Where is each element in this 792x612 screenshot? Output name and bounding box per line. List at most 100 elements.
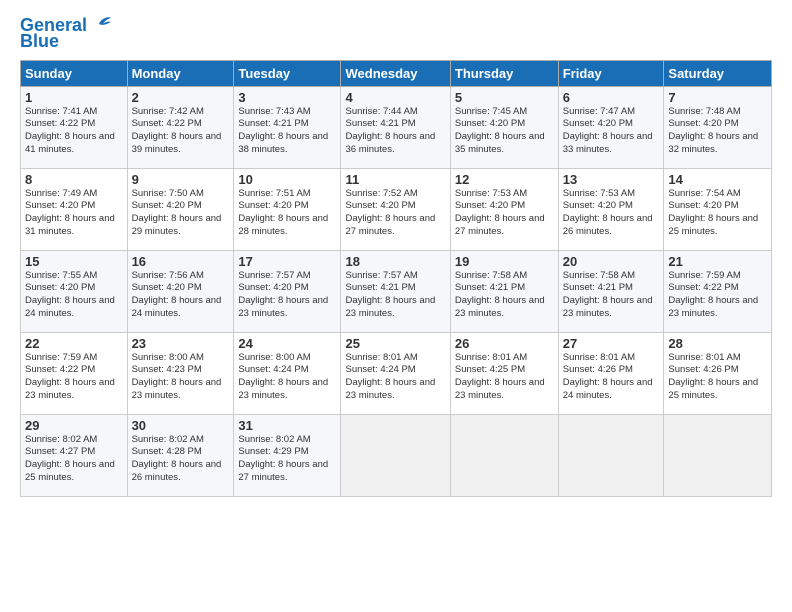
calendar-cell: 6 Sunrise: 7:47 AMSunset: 4:20 PMDayligh… (558, 86, 664, 168)
calendar-week-row: 1 Sunrise: 7:41 AMSunset: 4:22 PMDayligh… (21, 86, 772, 168)
calendar-cell: 24 Sunrise: 8:00 AMSunset: 4:24 PMDaylig… (234, 332, 341, 414)
calendar-cell: 9 Sunrise: 7:50 AMSunset: 4:20 PMDayligh… (127, 168, 234, 250)
day-number: 15 (25, 254, 123, 269)
day-number: 30 (132, 418, 230, 433)
day-detail: Sunrise: 7:41 AMSunset: 4:22 PMDaylight:… (25, 106, 115, 155)
day-detail: Sunrise: 7:58 AMSunset: 4:21 PMDaylight:… (455, 270, 545, 319)
day-number: 4 (345, 90, 445, 105)
day-detail: Sunrise: 8:00 AMSunset: 4:24 PMDaylight:… (238, 352, 328, 401)
day-detail: Sunrise: 7:51 AMSunset: 4:20 PMDaylight:… (238, 188, 328, 237)
day-number: 27 (563, 336, 660, 351)
weekday-header: Wednesday (341, 60, 450, 86)
day-number: 24 (238, 336, 336, 351)
day-number: 5 (455, 90, 554, 105)
calendar-cell: 18 Sunrise: 7:57 AMSunset: 4:21 PMDaylig… (341, 250, 450, 332)
header: General Blue (20, 16, 772, 52)
calendar-cell: 28 Sunrise: 8:01 AMSunset: 4:26 PMDaylig… (664, 332, 772, 414)
day-number: 22 (25, 336, 123, 351)
day-number: 3 (238, 90, 336, 105)
calendar-cell: 8 Sunrise: 7:49 AMSunset: 4:20 PMDayligh… (21, 168, 128, 250)
calendar-cell: 21 Sunrise: 7:59 AMSunset: 4:22 PMDaylig… (664, 250, 772, 332)
weekday-header: Monday (127, 60, 234, 86)
day-detail: Sunrise: 8:02 AMSunset: 4:29 PMDaylight:… (238, 434, 328, 483)
day-number: 28 (668, 336, 767, 351)
day-detail: Sunrise: 7:48 AMSunset: 4:20 PMDaylight:… (668, 106, 758, 155)
day-detail: Sunrise: 7:54 AMSunset: 4:20 PMDaylight:… (668, 188, 758, 237)
calendar-week-row: 8 Sunrise: 7:49 AMSunset: 4:20 PMDayligh… (21, 168, 772, 250)
day-number: 2 (132, 90, 230, 105)
calendar-header-row: SundayMondayTuesdayWednesdayThursdayFrid… (21, 60, 772, 86)
day-detail: Sunrise: 8:02 AMSunset: 4:28 PMDaylight:… (132, 434, 222, 483)
calendar-cell: 1 Sunrise: 7:41 AMSunset: 4:22 PMDayligh… (21, 86, 128, 168)
calendar-cell: 4 Sunrise: 7:44 AMSunset: 4:21 PMDayligh… (341, 86, 450, 168)
calendar-cell: 16 Sunrise: 7:56 AMSunset: 4:20 PMDaylig… (127, 250, 234, 332)
day-detail: Sunrise: 7:53 AMSunset: 4:20 PMDaylight:… (455, 188, 545, 237)
day-detail: Sunrise: 7:59 AMSunset: 4:22 PMDaylight:… (668, 270, 758, 319)
day-detail: Sunrise: 7:44 AMSunset: 4:21 PMDaylight:… (345, 106, 435, 155)
day-detail: Sunrise: 7:57 AMSunset: 4:21 PMDaylight:… (345, 270, 435, 319)
calendar-cell: 3 Sunrise: 7:43 AMSunset: 4:21 PMDayligh… (234, 86, 341, 168)
calendar-week-row: 15 Sunrise: 7:55 AMSunset: 4:20 PMDaylig… (21, 250, 772, 332)
calendar-cell: 12 Sunrise: 7:53 AMSunset: 4:20 PMDaylig… (450, 168, 558, 250)
day-number: 12 (455, 172, 554, 187)
day-detail: Sunrise: 7:50 AMSunset: 4:20 PMDaylight:… (132, 188, 222, 237)
calendar-cell: 20 Sunrise: 7:58 AMSunset: 4:21 PMDaylig… (558, 250, 664, 332)
day-detail: Sunrise: 8:02 AMSunset: 4:27 PMDaylight:… (25, 434, 115, 483)
day-number: 6 (563, 90, 660, 105)
weekday-header: Sunday (21, 60, 128, 86)
day-number: 17 (238, 254, 336, 269)
day-number: 21 (668, 254, 767, 269)
calendar-cell: 29 Sunrise: 8:02 AMSunset: 4:27 PMDaylig… (21, 414, 128, 496)
day-detail: Sunrise: 8:01 AMSunset: 4:25 PMDaylight:… (455, 352, 545, 401)
day-detail: Sunrise: 8:01 AMSunset: 4:24 PMDaylight:… (345, 352, 435, 401)
calendar-cell: 15 Sunrise: 7:55 AMSunset: 4:20 PMDaylig… (21, 250, 128, 332)
logo-blue: Blue (20, 32, 59, 52)
day-number: 29 (25, 418, 123, 433)
calendar-week-row: 22 Sunrise: 7:59 AMSunset: 4:22 PMDaylig… (21, 332, 772, 414)
logo-bird-icon (89, 16, 111, 32)
day-number: 25 (345, 336, 445, 351)
day-detail: Sunrise: 7:55 AMSunset: 4:20 PMDaylight:… (25, 270, 115, 319)
day-detail: Sunrise: 7:53 AMSunset: 4:20 PMDaylight:… (563, 188, 653, 237)
calendar-cell: 2 Sunrise: 7:42 AMSunset: 4:22 PMDayligh… (127, 86, 234, 168)
day-detail: Sunrise: 7:45 AMSunset: 4:20 PMDaylight:… (455, 106, 545, 155)
calendar-cell: 14 Sunrise: 7:54 AMSunset: 4:20 PMDaylig… (664, 168, 772, 250)
day-number: 14 (668, 172, 767, 187)
day-number: 1 (25, 90, 123, 105)
day-detail: Sunrise: 8:01 AMSunset: 4:26 PMDaylight:… (563, 352, 653, 401)
day-number: 10 (238, 172, 336, 187)
day-detail: Sunrise: 7:49 AMSunset: 4:20 PMDaylight:… (25, 188, 115, 237)
day-number: 23 (132, 336, 230, 351)
day-number: 19 (455, 254, 554, 269)
page: General Blue SundayMondayTuesdayWednesda… (0, 0, 792, 612)
day-number: 8 (25, 172, 123, 187)
day-detail: Sunrise: 7:52 AMSunset: 4:20 PMDaylight:… (345, 188, 435, 237)
day-detail: Sunrise: 8:01 AMSunset: 4:26 PMDaylight:… (668, 352, 758, 401)
calendar-cell: 11 Sunrise: 7:52 AMSunset: 4:20 PMDaylig… (341, 168, 450, 250)
calendar-cell (341, 414, 450, 496)
calendar-cell: 13 Sunrise: 7:53 AMSunset: 4:20 PMDaylig… (558, 168, 664, 250)
day-detail: Sunrise: 7:57 AMSunset: 4:20 PMDaylight:… (238, 270, 328, 319)
calendar-cell: 17 Sunrise: 7:57 AMSunset: 4:20 PMDaylig… (234, 250, 341, 332)
calendar-week-row: 29 Sunrise: 8:02 AMSunset: 4:27 PMDaylig… (21, 414, 772, 496)
calendar-table: SundayMondayTuesdayWednesdayThursdayFrid… (20, 60, 772, 497)
calendar-cell: 23 Sunrise: 8:00 AMSunset: 4:23 PMDaylig… (127, 332, 234, 414)
weekday-header: Thursday (450, 60, 558, 86)
weekday-header: Friday (558, 60, 664, 86)
day-number: 9 (132, 172, 230, 187)
day-number: 7 (668, 90, 767, 105)
calendar-cell: 19 Sunrise: 7:58 AMSunset: 4:21 PMDaylig… (450, 250, 558, 332)
day-detail: Sunrise: 7:59 AMSunset: 4:22 PMDaylight:… (25, 352, 115, 401)
calendar-cell: 31 Sunrise: 8:02 AMSunset: 4:29 PMDaylig… (234, 414, 341, 496)
day-detail: Sunrise: 7:42 AMSunset: 4:22 PMDaylight:… (132, 106, 222, 155)
calendar-cell: 30 Sunrise: 8:02 AMSunset: 4:28 PMDaylig… (127, 414, 234, 496)
day-detail: Sunrise: 7:56 AMSunset: 4:20 PMDaylight:… (132, 270, 222, 319)
weekday-header: Tuesday (234, 60, 341, 86)
day-detail: Sunrise: 7:43 AMSunset: 4:21 PMDaylight:… (238, 106, 328, 155)
logo: General Blue (20, 16, 111, 52)
calendar-cell (664, 414, 772, 496)
day-number: 31 (238, 418, 336, 433)
calendar-cell: 25 Sunrise: 8:01 AMSunset: 4:24 PMDaylig… (341, 332, 450, 414)
day-number: 16 (132, 254, 230, 269)
day-detail: Sunrise: 7:58 AMSunset: 4:21 PMDaylight:… (563, 270, 653, 319)
